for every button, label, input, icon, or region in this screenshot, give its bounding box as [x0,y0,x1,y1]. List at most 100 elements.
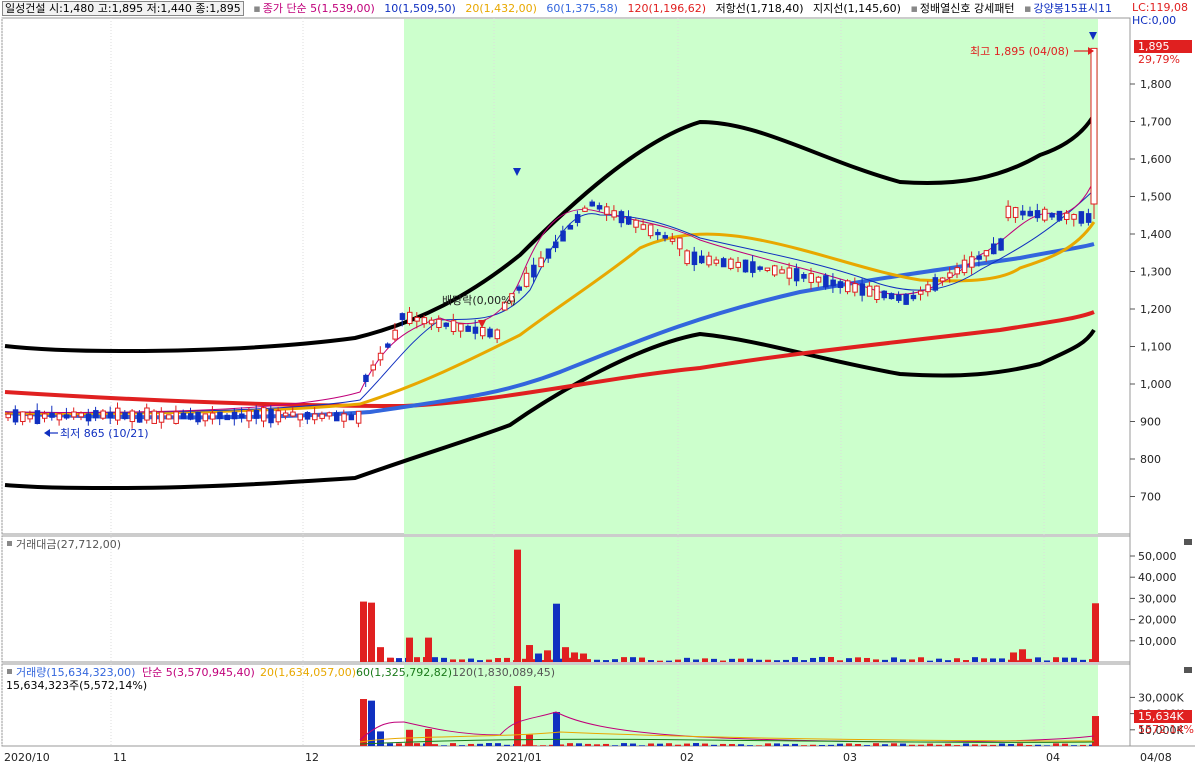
volume-bar [675,744,681,746]
amount-bar [954,658,960,662]
volume-bar [720,743,726,746]
candle-body [669,238,676,242]
candle-body [837,281,844,288]
volume-bar [738,744,744,746]
volume-bar [1026,745,1032,746]
candle-body [538,257,544,268]
amount-bar [571,652,578,662]
candle-body [93,410,99,419]
candle-body [34,410,41,424]
candle-body [801,274,807,279]
candle-body [772,265,778,276]
volume-tick-label: 30,000K [1138,691,1184,704]
volume-ma5: 단순 5(3,570,945,40) [142,666,255,679]
amount-bar [927,660,933,662]
volume-bar [981,744,987,746]
candle-body [246,410,252,422]
volume-bar [648,743,654,746]
amount-bar [630,657,636,662]
candle-body [173,411,179,424]
candle-body [239,413,245,419]
candle-body [531,264,537,278]
amount-bar [711,658,717,662]
volume-bar [1092,716,1099,746]
amount-bar [864,657,870,662]
candle-body [786,267,793,279]
candle-body [100,410,106,419]
volume-bar [828,744,834,746]
candle-body [553,241,559,249]
candle-body [932,277,939,291]
amount-bar [1071,657,1077,662]
amount-bar [846,658,852,662]
amount-bar [450,659,456,662]
amount-bar [972,657,978,662]
candle-body [253,410,260,419]
x-axis-label: 11 [113,751,127,764]
candle-body [939,277,946,282]
amount-bar [1010,652,1017,662]
candle-body [589,201,595,207]
amount-bar [1080,659,1086,662]
volume-bar [657,743,663,746]
candle-body [450,320,457,332]
candle-body [312,413,318,421]
panel3-close-icon[interactable] [1184,667,1192,673]
amount-bar [999,658,1005,662]
amount-bar [495,658,501,662]
amount-bar [990,658,996,662]
amount-bar [981,658,987,662]
candle-body [27,414,33,420]
panel2-icon [7,541,12,546]
volume-bar [540,745,546,746]
volume-bar [432,744,438,746]
candle-body [297,413,303,421]
candle-body [677,237,683,250]
amount-bar [580,653,587,662]
x-axis-label: 04/08 [1140,751,1172,764]
volume-bar [377,731,384,746]
volume-bar [612,745,618,746]
candle-body [136,412,143,423]
candle-body [209,412,216,420]
candle-body [881,290,887,299]
candle-body [1020,210,1026,216]
candle-body [326,412,333,417]
candle-body [691,251,698,266]
amount-bar [396,658,402,662]
amount-bar [387,657,394,662]
panel2-close-icon[interactable] [1184,539,1192,545]
volume-bar [1080,744,1086,746]
candle-body [261,407,267,422]
volume-bar [630,743,636,746]
volume-bar [792,743,798,746]
candle-body [49,412,55,418]
stock-chart[interactable]: 1,800 1,700 1,600 1,500 1,400 1,300 1,200 1,100… [0,0,1195,768]
amount-bar [801,660,807,662]
amount-bar [504,657,510,662]
candle-body [1056,210,1063,221]
candle-body [823,275,829,288]
candle-body [78,412,84,418]
candle-body [560,230,566,242]
volume-ma120: 120(1,830,089,45) [452,666,555,679]
volume-bar [459,745,465,746]
candle-body [129,410,136,423]
volume-bar [504,744,510,746]
amount-bar [432,657,438,662]
volume-bar [414,743,420,746]
candle-body [611,210,617,218]
candle-body [903,293,909,305]
candle-body [494,329,501,340]
amount-bar [855,657,861,662]
amount-bar [666,660,672,662]
current-price: 1,895 [1138,40,1170,53]
volume-bar [477,743,483,746]
panel3-icon [7,669,12,674]
x-axis-label: 12 [305,751,319,764]
price-tick-label: 1,000 [1140,378,1172,391]
candle-body [976,255,982,260]
volume-current: 15,634K [1138,710,1184,723]
candle-body [334,412,340,422]
candle-body [793,268,800,282]
